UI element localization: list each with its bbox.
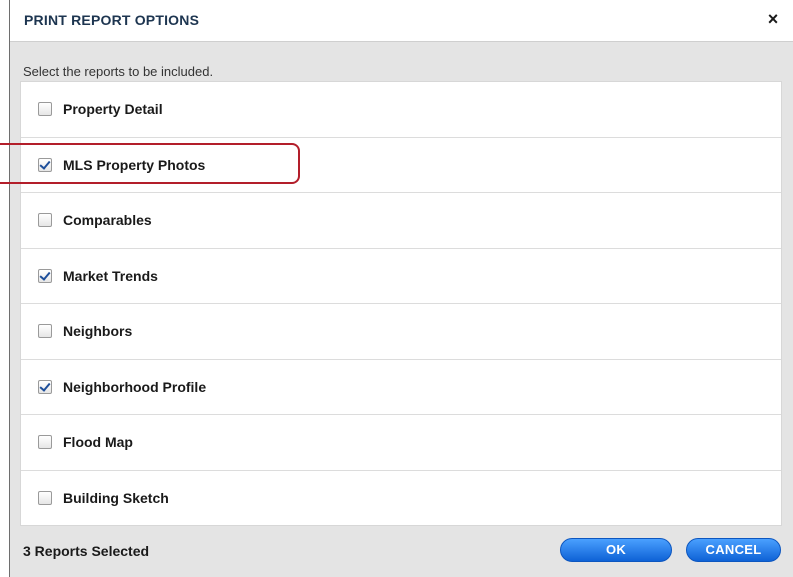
instructions-text: Select the reports to be included. — [23, 64, 214, 79]
ok-button[interactable]: OK — [560, 538, 672, 562]
report-row-neighbors[interactable]: Neighbors — [21, 304, 781, 360]
checkbox-neighbors[interactable] — [38, 324, 52, 339]
report-label: Building Sketch — [63, 490, 169, 507]
checkbox-flood-map[interactable] — [38, 435, 52, 450]
checkbox-neighborhood-profile[interactable] — [38, 379, 52, 394]
checkbox-property-detail[interactable] — [38, 102, 52, 117]
report-row-flood-map[interactable]: Flood Map — [21, 415, 781, 471]
report-row-building-sketch[interactable]: Building Sketch — [21, 471, 781, 527]
report-list: Property Detail MLS Property Photos Comp… — [20, 81, 782, 526]
report-label: MLS Property Photos — [63, 156, 206, 173]
close-icon[interactable]: × — [763, 9, 783, 29]
checkbox-mls-property-photos[interactable] — [38, 157, 52, 172]
cancel-button[interactable]: CANCEL — [686, 538, 781, 562]
report-row-mls-property-photos[interactable]: MLS Property Photos — [21, 138, 781, 193]
report-label: Flood Map — [63, 434, 133, 451]
report-label: Neighborhood Profile — [63, 378, 207, 395]
report-label: Property Detail — [63, 101, 163, 118]
dialog-footer: 3 Reports Selected OK CANCEL — [10, 526, 793, 577]
screen: PRINT REPORT OPTIONS × Select the report… — [0, 0, 793, 577]
report-row-comparables[interactable]: Comparables — [21, 193, 781, 249]
checkbox-comparables[interactable] — [38, 213, 52, 228]
report-label: Market Trends — [63, 267, 158, 284]
print-report-options-dialog: PRINT REPORT OPTIONS × Select the report… — [10, 0, 793, 577]
report-row-property-detail[interactable]: Property Detail — [21, 82, 781, 138]
report-label: Comparables — [63, 212, 152, 229]
dialog-title: PRINT REPORT OPTIONS — [24, 12, 200, 28]
checkbox-market-trends[interactable] — [38, 268, 52, 283]
report-row-market-trends[interactable]: Market Trends — [21, 249, 781, 304]
report-label: Neighbors — [63, 323, 133, 340]
report-row-neighborhood-profile[interactable]: Neighborhood Profile — [21, 360, 781, 415]
checkbox-building-sketch[interactable] — [38, 491, 52, 506]
dialog-titlebar: PRINT REPORT OPTIONS × — [10, 0, 793, 42]
reports-selected-count: 3 Reports Selected — [23, 543, 150, 559]
